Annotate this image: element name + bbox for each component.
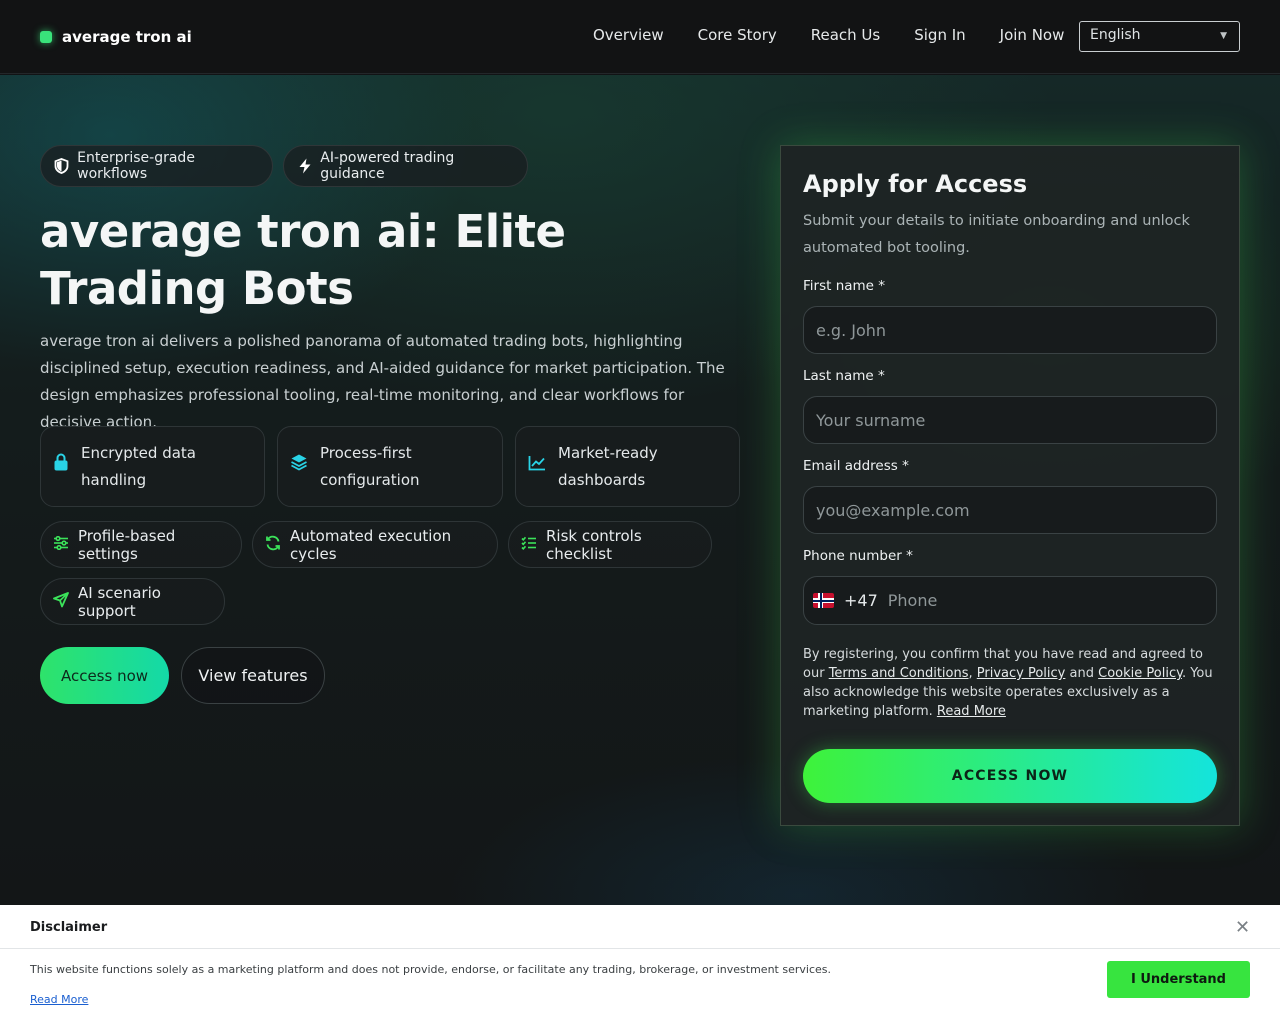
lock-icon <box>53 453 69 480</box>
norway-flag-icon[interactable] <box>813 593 834 608</box>
disclaimer-header: Disclaimer ✕ <box>0 905 1280 949</box>
tag-profile-settings: Profile-based settings <box>40 521 242 568</box>
phone-label: Phone number * <box>803 548 913 564</box>
last-name-label: Last name * <box>803 368 885 384</box>
legal-text: By registering, you confirm that you hav… <box>803 647 1213 719</box>
shield-icon <box>54 158 69 174</box>
page-title: average tron ai: Elite Trading Bots <box>40 205 566 315</box>
legal-and: and <box>1069 666 1094 681</box>
chip-ai-guidance: AI-powered trading guidance <box>283 145 528 187</box>
disclaimer-read-more-link[interactable]: Read More <box>30 993 88 1006</box>
terms-link[interactable]: Terms and Conditions <box>829 666 969 681</box>
tag-risk-checklist: Risk controls checklist <box>508 521 712 568</box>
sliders-icon <box>53 535 69 554</box>
language-select[interactable]: English ▼ <box>1079 21 1240 52</box>
tag-label: Automated execution cycles <box>290 526 452 563</box>
line-chart-icon <box>528 453 546 480</box>
tag-label: Profile-based settings <box>78 526 176 563</box>
last-name-field[interactable] <box>803 396 1217 444</box>
brand-dot-icon <box>40 31 52 43</box>
signup-form: Apply for Access Submit your details to … <box>780 145 1240 826</box>
brand-logo[interactable]: average tron ai <box>40 28 192 46</box>
language-value: English <box>1090 27 1141 43</box>
refresh-icon <box>265 535 281 555</box>
nav-link-join-now[interactable]: Join Now <box>1000 26 1065 44</box>
phone-country-code[interactable]: +47 <box>844 591 878 610</box>
chip-label: Enterprise-grade workflows <box>77 150 195 182</box>
disclaimer-banner: Disclaimer ✕ This website functions sole… <box>0 905 1280 1024</box>
nav-link-sign-in[interactable]: Sign In <box>914 26 965 44</box>
feature-label: Market-ready dashboards <box>558 443 658 489</box>
feature-card-dashboards: Market-ready dashboards <box>515 426 740 507</box>
email-label: Email address * <box>803 458 909 474</box>
close-icon[interactable]: ✕ <box>1235 917 1250 938</box>
disclaimer-text: This website functions solely as a marke… <box>30 963 831 976</box>
disclaimer-title: Disclaimer <box>30 920 108 935</box>
feature-card-encryption: Encrypted data handling <box>40 426 265 507</box>
top-navbar: average tron ai Overview Core Story Reac… <box>0 0 1280 74</box>
phone-field[interactable] <box>887 591 1188 610</box>
cookie-link[interactable]: Cookie Policy <box>1098 666 1182 681</box>
nav-link-reach-us[interactable]: Reach Us <box>811 26 881 44</box>
chevron-down-icon: ▼ <box>1220 31 1227 41</box>
chip-label: AI-powered trading guidance <box>320 150 455 182</box>
access-now-button[interactable]: Access now <box>40 647 169 704</box>
brand-name: average tron ai <box>62 28 192 46</box>
nav-links: Overview Core Story Reach Us Sign In Joi… <box>593 26 1064 44</box>
nav-link-overview[interactable]: Overview <box>593 26 664 44</box>
nav-link-core-story[interactable]: Core Story <box>698 26 777 44</box>
tag-execution-cycles: Automated execution cycles <box>252 521 498 568</box>
hero-description: average tron ai delivers a polished pano… <box>40 332 725 431</box>
tag-label: AI scenario support <box>78 583 161 620</box>
first-name-label: First name * <box>803 278 886 294</box>
phone-field-wrapper: +47 <box>803 576 1217 625</box>
email-field[interactable] <box>803 486 1217 534</box>
lightning-icon <box>297 158 312 174</box>
read-more-link[interactable]: Read More <box>937 704 1006 719</box>
form-subtitle: Submit your details to initiate onboardi… <box>803 213 1190 256</box>
checklist-icon <box>521 536 537 554</box>
form-title: Apply for Access <box>803 170 1028 198</box>
send-icon <box>53 591 69 612</box>
understand-button[interactable]: I Understand <box>1107 961 1250 998</box>
chip-enterprise-workflows: Enterprise-grade workflows <box>40 145 273 187</box>
tag-ai-scenario: AI scenario support <box>40 578 225 625</box>
feature-label: Process-first configuration <box>320 443 420 489</box>
feature-label: Encrypted data handling <box>81 443 196 489</box>
feature-card-process: Process-first configuration <box>277 426 503 507</box>
view-features-button[interactable]: View features <box>181 647 325 704</box>
privacy-link[interactable]: Privacy Policy <box>977 666 1066 681</box>
tag-label: Risk controls checklist <box>546 526 642 563</box>
layers-icon <box>290 453 308 480</box>
first-name-field[interactable] <box>803 306 1217 354</box>
submit-access-button[interactable]: ACCESS NOW <box>803 749 1217 803</box>
